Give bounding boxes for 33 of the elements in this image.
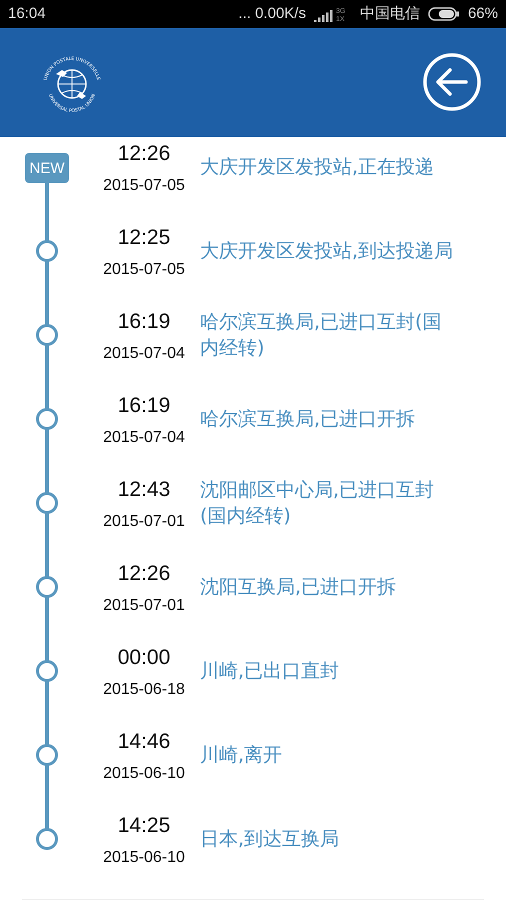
event-date: 2015-06-18 [103, 680, 185, 700]
event-time: 12:26 [118, 142, 170, 166]
event-date: 2015-07-05 [103, 176, 185, 196]
event-description: 沈阳邮区中心局,已进口互封(国内经转) [200, 478, 436, 529]
event-description: 川崎,已出口直封 [200, 659, 340, 684]
network-speed: ... 0.00K/s [238, 5, 306, 22]
event-date: 2015-07-05 [103, 260, 185, 280]
event-time: 16:19 [118, 394, 170, 418]
event-date: 2015-06-10 [103, 764, 185, 784]
status-time: 16:04 [8, 5, 46, 22]
back-icon[interactable] [422, 52, 482, 112]
event-description: 川崎,离开 [200, 743, 282, 768]
event-date: 2015-07-04 [103, 344, 185, 364]
event-description: 日本,到达互换局 [200, 827, 340, 852]
event-time: 14:46 [118, 730, 170, 754]
event-time: 16:19 [118, 310, 170, 334]
event-description: 沈阳互换局,已进口开拆 [200, 575, 396, 600]
event-description: 哈尔滨互换局,已进口互封(国内经转) [200, 310, 442, 361]
event-time: 12:26 [118, 562, 170, 586]
carrier-name: 中国电信 [360, 4, 420, 24]
event-time: 14:25 [118, 814, 170, 838]
event-date: 2015-07-01 [103, 596, 185, 616]
event-description: 大庆开发区发投站,到达投递局 [200, 239, 454, 264]
event-date: 2015-07-01 [103, 512, 185, 532]
event-time: 00:00 [118, 646, 170, 670]
new-badge: NEW [25, 153, 69, 183]
battery-percent: 66% [468, 5, 498, 22]
event-date: 2015-07-04 [103, 428, 185, 448]
event-time: 12:43 [118, 478, 170, 502]
event-date: 2015-06-10 [103, 848, 185, 868]
event-time: 12:25 [118, 226, 170, 250]
event-description: 哈尔滨互换局,已进口开拆 [200, 407, 416, 432]
event-description: 大庆开发区发投站,正在投递 [200, 155, 434, 180]
